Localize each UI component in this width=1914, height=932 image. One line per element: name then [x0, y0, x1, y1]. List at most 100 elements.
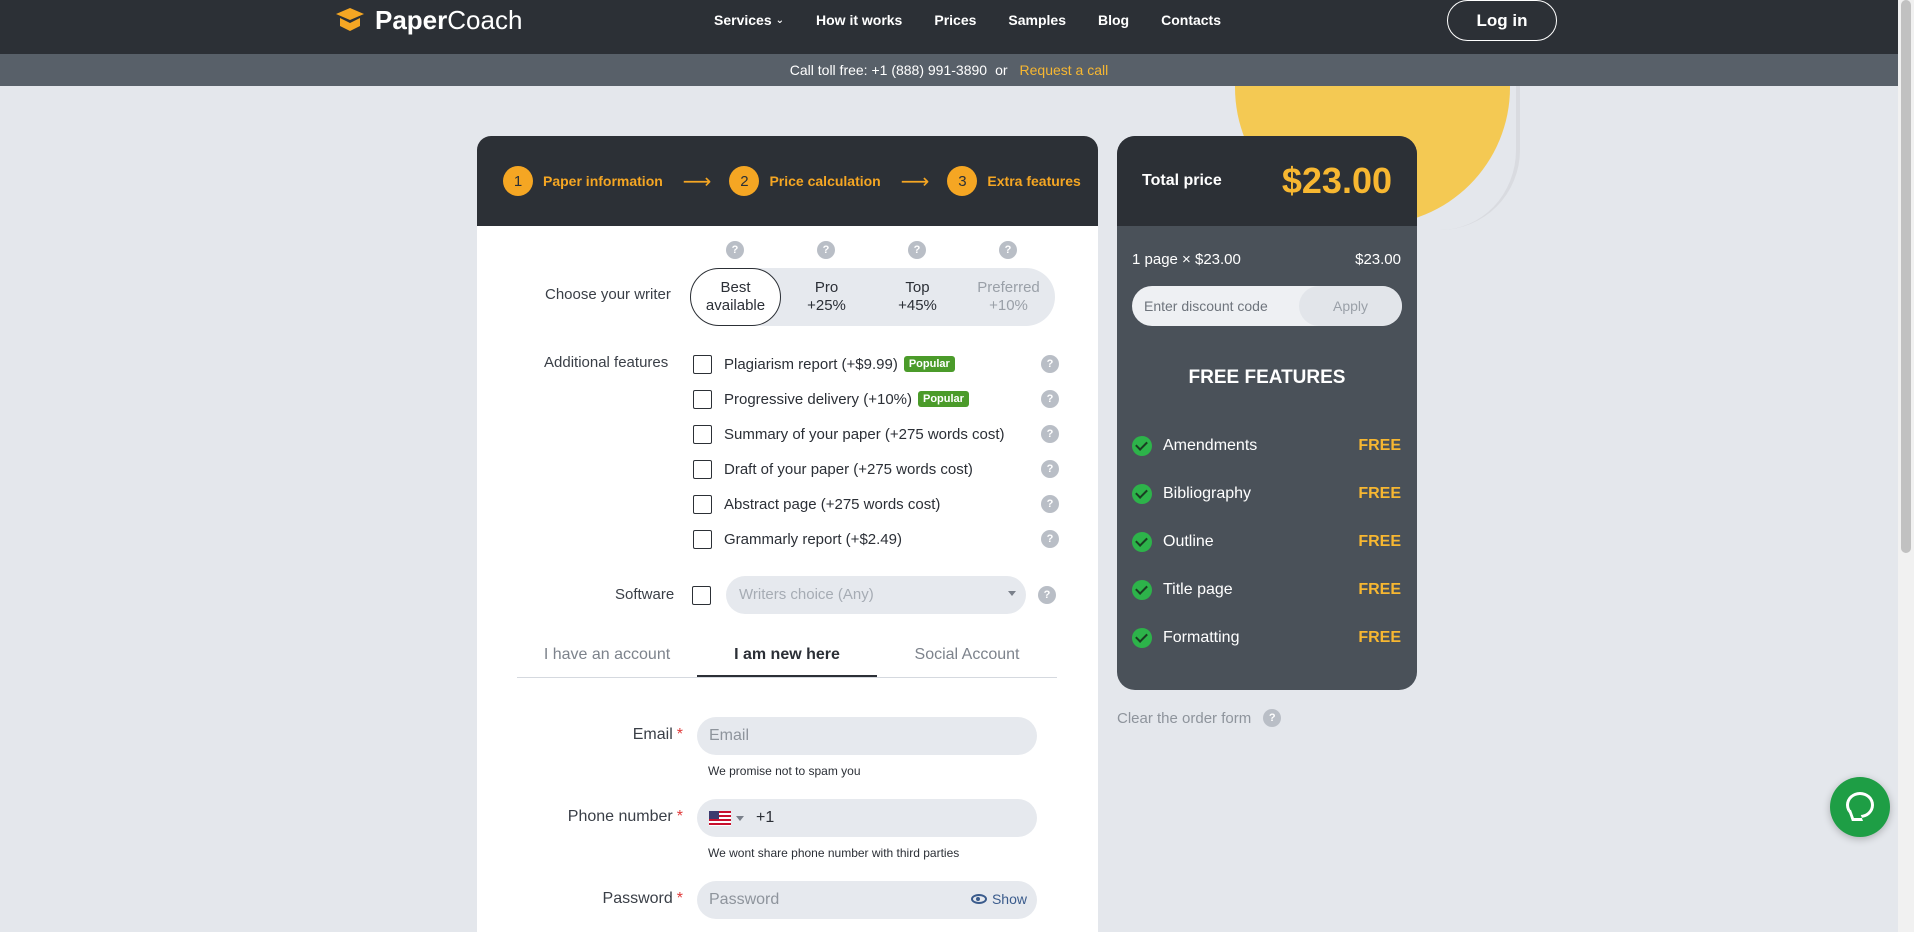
clear-form-label[interactable]: Clear the order form: [1117, 710, 1251, 727]
or-text: or: [995, 62, 1008, 78]
help-icon[interactable]: ?: [1041, 425, 1059, 443]
feature-grammarly-report[interactable]: Grammarly report (+$2.49) ?: [693, 528, 1063, 550]
phone-label: Phone number *: [567, 808, 683, 825]
help-icon[interactable]: ?: [726, 241, 744, 259]
feature-label: Summary of your paper (+275 words cost): [724, 425, 1005, 443]
papercoach-logo[interactable]: PaperCoach: [335, 5, 522, 35]
nav-how-it-works[interactable]: How it works: [816, 12, 902, 28]
check-circle-icon: [1132, 580, 1152, 600]
total-price-value: $23.00: [1281, 160, 1392, 201]
step-label: Paper information: [543, 173, 663, 189]
feature-label: Abstract page (+275 words cost): [724, 495, 941, 513]
price-summary-card: Total price $23.00 1 page × $23.00 $23.0…: [1117, 136, 1417, 690]
free-features-list: Amendments FREE Bibliography FREE Outlin…: [1117, 422, 1417, 662]
scrollbar-thumb[interactable]: [1901, 0, 1911, 553]
eye-icon: [970, 894, 987, 904]
help-icon[interactable]: ?: [1041, 390, 1059, 408]
help-icon[interactable]: ?: [817, 241, 835, 259]
email-hint: We promise not to spam you: [708, 764, 861, 778]
step-number: 2: [729, 166, 760, 196]
page-scrollbar[interactable]: [1898, 0, 1914, 932]
discount-input[interactable]: Enter discount code: [1144, 298, 1268, 314]
step-label: Extra features: [987, 173, 1081, 189]
arrow-right-icon: ⟶: [682, 170, 712, 193]
free-tag: FREE: [1358, 629, 1401, 646]
step-extra-features[interactable]: 3 Extra features: [947, 166, 1081, 196]
email-input[interactable]: Email: [697, 717, 1037, 755]
software-checkbox[interactable]: [692, 586, 711, 605]
free-item-title-page: Title page FREE: [1117, 566, 1417, 614]
checkbox[interactable]: [693, 354, 712, 374]
total-price-header: Total price $23.00: [1117, 136, 1417, 226]
password-input[interactable]: Password Show: [697, 881, 1037, 919]
free-tag: FREE: [1358, 437, 1401, 454]
feature-label: Grammarly report (+$2.49): [724, 530, 902, 548]
request-call-link[interactable]: Request a call: [1020, 62, 1109, 78]
step-paper-information[interactable]: 1 Paper information: [503, 166, 663, 196]
discount-field[interactable]: Enter discount code Apply: [1132, 286, 1402, 326]
free-tag: FREE: [1358, 581, 1401, 598]
popular-badge: Popular: [903, 356, 955, 372]
step-price-calculation[interactable]: 2 Price calculation: [729, 166, 881, 196]
apply-discount-button[interactable]: Apply: [1299, 286, 1402, 326]
nav-contacts[interactable]: Contacts: [1161, 12, 1221, 28]
check-circle-icon: [1132, 436, 1152, 456]
clear-order-form[interactable]: Clear the order form ?: [1117, 709, 1282, 727]
toll-free-text: Call toll free: +1 (888) 991-3890: [789, 62, 988, 78]
help-icon[interactable]: ?: [908, 241, 926, 259]
help-icon[interactable]: ?: [999, 241, 1017, 259]
step-label: Price calculation: [769, 173, 881, 189]
writer-option-pro[interactable]: Pro +25%: [781, 279, 872, 315]
nav-prices[interactable]: Prices: [934, 12, 976, 28]
help-icon[interactable]: ?: [1038, 586, 1056, 604]
help-icon[interactable]: ?: [1041, 495, 1059, 513]
help-icon[interactable]: ?: [1041, 530, 1059, 548]
feature-progressive-delivery[interactable]: Progressive delivery (+10%) Popular ?: [693, 388, 1063, 410]
phone-input[interactable]: +1: [697, 799, 1037, 837]
step-number: 1: [503, 166, 533, 196]
checkbox[interactable]: [693, 424, 712, 444]
checkbox[interactable]: [693, 529, 712, 549]
check-circle-icon: [1132, 532, 1152, 552]
feature-plagiarism-report[interactable]: Plagiarism report (+$9.99) Popular ?: [693, 353, 1063, 375]
feature-draft[interactable]: Draft of your paper (+275 words cost) ?: [693, 458, 1063, 480]
help-icon[interactable]: ?: [1041, 460, 1059, 478]
email-label: Email *: [632, 726, 683, 743]
checkbox[interactable]: [693, 389, 712, 409]
tab-have-account[interactable]: I have an account: [517, 642, 697, 677]
nav-services[interactable]: Services ⌄: [714, 12, 784, 28]
feature-summary[interactable]: Summary of your paper (+275 words cost) …: [693, 423, 1063, 445]
writer-option-top[interactable]: Top +45%: [872, 279, 963, 315]
feature-label: Progressive delivery (+10%): [724, 390, 912, 408]
live-chat-button[interactable]: [1830, 777, 1890, 837]
writer-help-row: ? ? ? ?: [477, 241, 1098, 261]
checkbox[interactable]: [693, 459, 712, 479]
writer-option-preferred[interactable]: Preferred +10%: [963, 279, 1054, 315]
login-button[interactable]: Log in: [1447, 0, 1557, 41]
free-item-amendments: Amendments FREE: [1117, 422, 1417, 470]
writer-option-best[interactable]: Best available: [690, 268, 781, 326]
feature-abstract-page[interactable]: Abstract page (+275 words cost) ?: [693, 493, 1063, 515]
calc-label: 1 page × $23.00: [1132, 251, 1241, 268]
check-circle-icon: [1132, 628, 1152, 648]
arrow-right-icon: ⟶: [900, 170, 930, 193]
checkbox[interactable]: [693, 494, 712, 514]
check-circle-icon: [1132, 484, 1152, 504]
writer-selector: Best available Pro +25% Top +45% Preferred +…: [690, 268, 1055, 326]
software-select[interactable]: Writers choice (Any): [726, 576, 1026, 614]
chevron-down-icon: ⌄: [775, 14, 784, 26]
graduation-cap-icon: [336, 8, 364, 31]
phone-hint: We wont share phone number with third pa…: [708, 846, 960, 860]
help-icon[interactable]: ?: [1263, 709, 1282, 727]
nav-blog[interactable]: Blog: [1098, 12, 1129, 28]
nav-samples[interactable]: Samples: [1008, 12, 1066, 28]
help-icon[interactable]: ?: [1041, 355, 1059, 373]
free-tag: FREE: [1358, 533, 1401, 550]
show-password-toggle[interactable]: Show: [970, 891, 1027, 907]
top-navigation-bar: PaperCoach Services ⌄ How it works Prices…: [0, 0, 1898, 54]
software-label: Software: [615, 586, 675, 603]
main-nav: Services ⌄ How it works Prices Samples Bl…: [714, 0, 1253, 40]
tab-social-account[interactable]: Social Account: [877, 642, 1057, 677]
us-flag-icon[interactable]: [709, 811, 731, 826]
tab-new-here[interactable]: I am new here: [697, 642, 877, 677]
